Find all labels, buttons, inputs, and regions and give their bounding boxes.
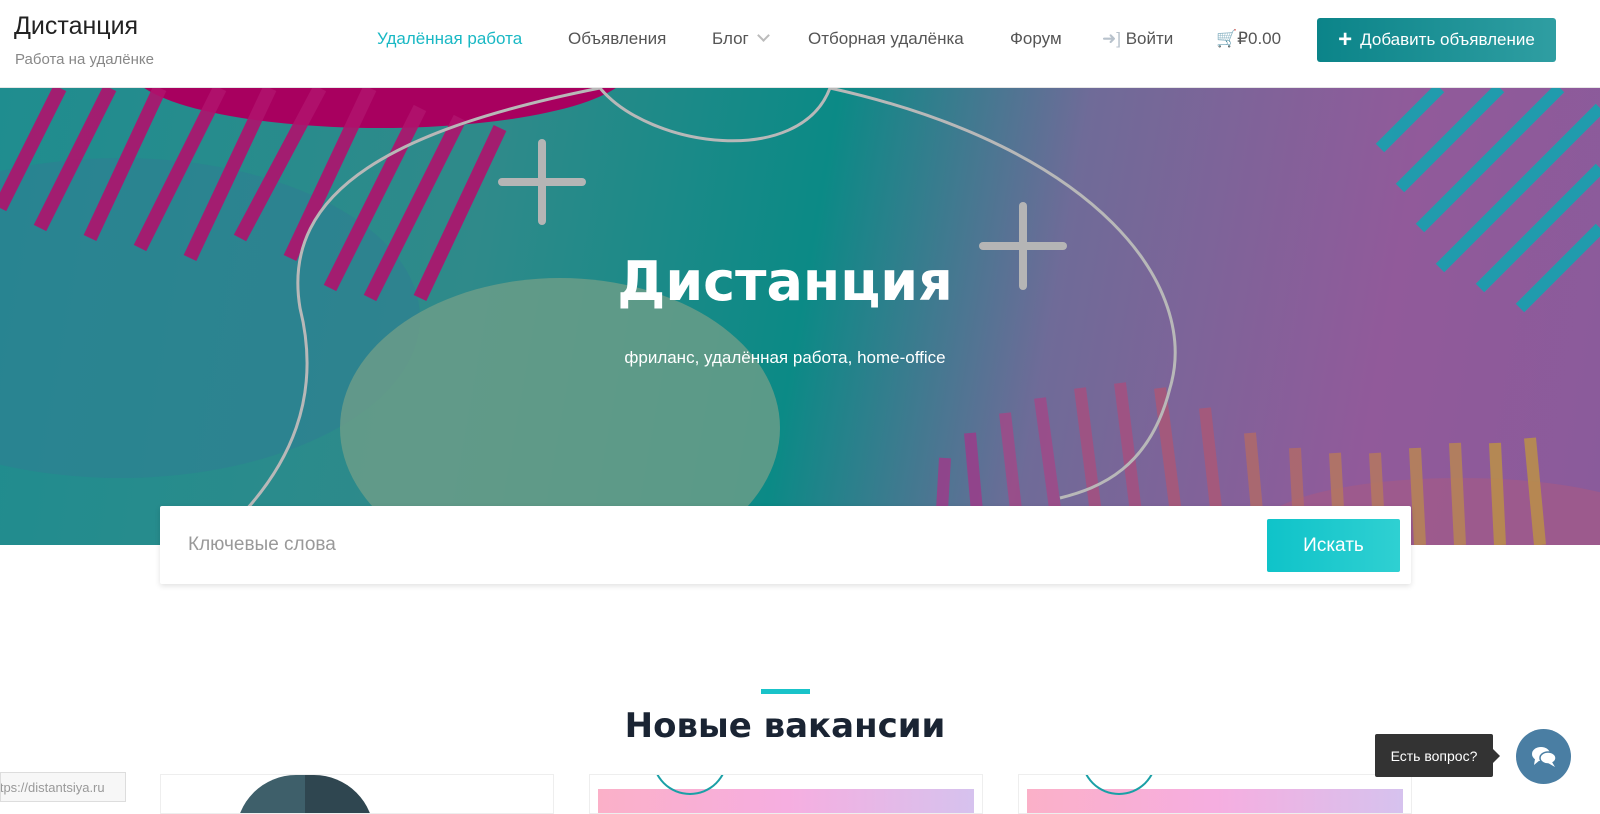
card-image bbox=[1027, 789, 1403, 813]
nav-login-label: Войти bbox=[1125, 29, 1174, 48]
nav-remote-work[interactable]: Удалённая работа bbox=[377, 29, 522, 49]
hero-decoration bbox=[0, 88, 1600, 545]
nav-blog-label: Блог bbox=[712, 29, 749, 48]
status-url-text: https://distantsiya.ru bbox=[0, 780, 105, 795]
hero-banner: Дистанция фриланс, удалённая работа, hom… bbox=[0, 88, 1600, 545]
nav-selected-remote[interactable]: Отборная удалёнка bbox=[808, 29, 964, 49]
nav-login[interactable]: ➜] Войти bbox=[1102, 29, 1173, 49]
nav-forum[interactable]: Форум bbox=[1010, 29, 1062, 49]
chevron-down-icon bbox=[756, 29, 770, 42]
job-card[interactable] bbox=[160, 774, 554, 814]
chat-button[interactable] bbox=[1516, 729, 1571, 784]
keywords-input[interactable] bbox=[188, 526, 1248, 564]
plus-icon: + bbox=[1338, 26, 1353, 53]
cart-icon: 🛒 bbox=[1216, 29, 1238, 48]
nav-cart[interactable]: 🛒₽0.00 bbox=[1216, 29, 1281, 49]
search-bar: Искать bbox=[160, 506, 1411, 584]
hero-subtitle: фриланс, удалённая работа, home-office bbox=[624, 348, 946, 367]
site-tagline: Работа на удалёнке bbox=[15, 51, 155, 68]
site-header: Дистанция Работа на удалёнке Удалённая р… bbox=[0, 0, 1600, 88]
status-bar-url: https://distantsiya.ru bbox=[0, 772, 126, 802]
card-illustration bbox=[236, 775, 374, 813]
chat-bubbles-icon bbox=[1531, 746, 1557, 767]
sign-in-icon: ➜] bbox=[1102, 29, 1121, 48]
chat-tooltip: Есть вопрос? bbox=[1375, 734, 1500, 777]
nav-listings[interactable]: Объявления bbox=[568, 29, 666, 49]
section-accent-line bbox=[761, 689, 810, 694]
cart-total: ₽0.00 bbox=[1237, 29, 1282, 48]
add-listing-label: Добавить объявление bbox=[1360, 30, 1535, 49]
nav-blog[interactable]: Блог bbox=[712, 29, 770, 49]
job-card[interactable] bbox=[589, 774, 983, 814]
card-image bbox=[598, 789, 974, 813]
search-button[interactable]: Искать bbox=[1267, 519, 1400, 572]
site-logo[interactable]: Дистанция bbox=[14, 12, 138, 41]
job-card[interactable] bbox=[1018, 774, 1412, 814]
add-listing-button[interactable]: + Добавить объявление bbox=[1317, 18, 1556, 62]
section-title: Новые вакансии bbox=[624, 706, 946, 746]
hero-title: Дистанция bbox=[617, 250, 953, 313]
